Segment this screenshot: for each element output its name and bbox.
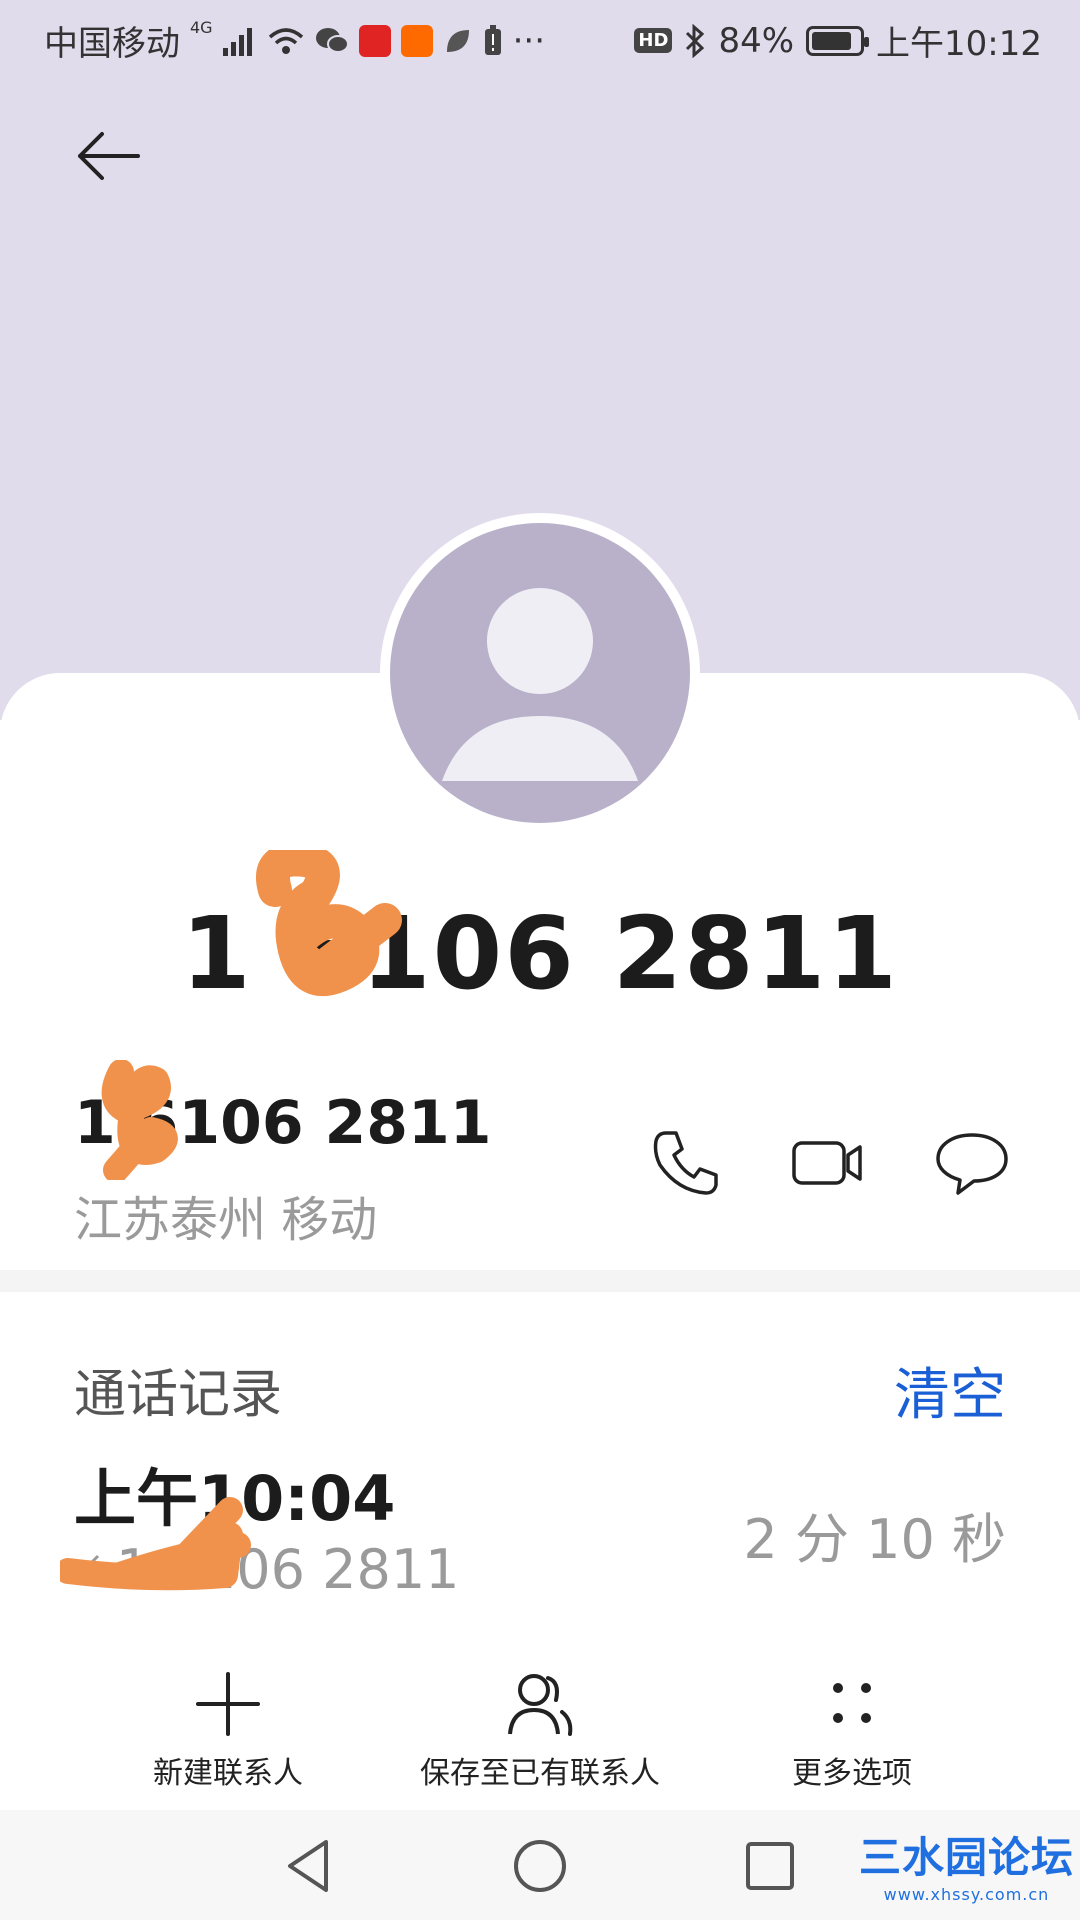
avatar [380, 513, 700, 833]
battery-level [812, 31, 851, 50]
section-divider [0, 1270, 1080, 1292]
status-right: HD 84% 上午10:12 [634, 16, 1042, 65]
status-bar: 中国移动 4G ··· HD 84% 上午10:12 [0, 0, 1080, 76]
wechat-icon [315, 27, 349, 53]
person-add-icon [508, 1674, 573, 1736]
more-options-label: 更多选项 [792, 1756, 912, 1791]
clear-log-button[interactable]: 清空 [894, 1350, 1006, 1431]
plus-icon [196, 1672, 260, 1736]
call-log-duration: 2 分 10 秒 [743, 1508, 1006, 1571]
back-triangle-icon[interactable] [278, 1834, 342, 1898]
call-log-time: 上午10:04 [74, 1462, 396, 1535]
home-circle-icon[interactable] [508, 1834, 572, 1898]
clock: 上午10:12 [876, 24, 1042, 64]
network-type: 4G [190, 18, 213, 37]
status-left: 中国移动 4G ··· [44, 16, 545, 65]
bluetooth-icon [686, 23, 705, 58]
recents-square-icon[interactable] [738, 1834, 802, 1898]
carrier-name: 中国移动 [44, 24, 180, 64]
battery-icon [806, 25, 870, 56]
incoming-call-icon [76, 1554, 100, 1578]
signal-icon [222, 27, 252, 56]
video-icon[interactable] [790, 1125, 866, 1201]
more-options-button[interactable]: 更多选项 [702, 1668, 1002, 1798]
watermark-title: 三水园论坛 [858, 1833, 1074, 1882]
save-to-existing-contact-button[interactable]: 保存至已有联系人 [390, 1668, 690, 1798]
save-to-existing-label: 保存至已有联系人 [420, 1756, 660, 1791]
contact-number-title: 1 6106 2811 [181, 895, 899, 1012]
new-contact-button[interactable]: 新建联系人 [78, 1668, 378, 1798]
phone-icon[interactable] [648, 1125, 724, 1201]
hd-badge: HD [634, 28, 673, 53]
message-icon[interactable] [934, 1125, 1010, 1201]
more-notifications: ··· [512, 20, 546, 61]
forum-watermark: 三水园论坛 www.xhssy.com.cn [859, 1824, 1074, 1904]
wifi-icon [268, 27, 303, 54]
app-leaf-icon [446, 29, 469, 52]
taobao-icon [400, 24, 433, 57]
person-silhouette-icon [442, 588, 638, 781]
call-log-title: 通话记录 [74, 1365, 283, 1425]
number-location: 江苏泰州 移动 [74, 1192, 378, 1248]
call-log-number: 1 6106 2811 [116, 1538, 460, 1601]
phone-number: 1 6106 2811 [74, 1088, 492, 1158]
arrow-left-icon[interactable] [72, 120, 144, 192]
new-contact-label: 新建联系人 [153, 1756, 303, 1791]
app-red-icon [358, 24, 391, 57]
watermark-url: www.xhssy.com.cn [883, 1885, 1050, 1904]
more-dots-icon [833, 1683, 871, 1723]
alert-battery-icon [484, 24, 501, 55]
battery-percent: 84% [718, 20, 795, 61]
avatar-placeholder [390, 523, 690, 823]
